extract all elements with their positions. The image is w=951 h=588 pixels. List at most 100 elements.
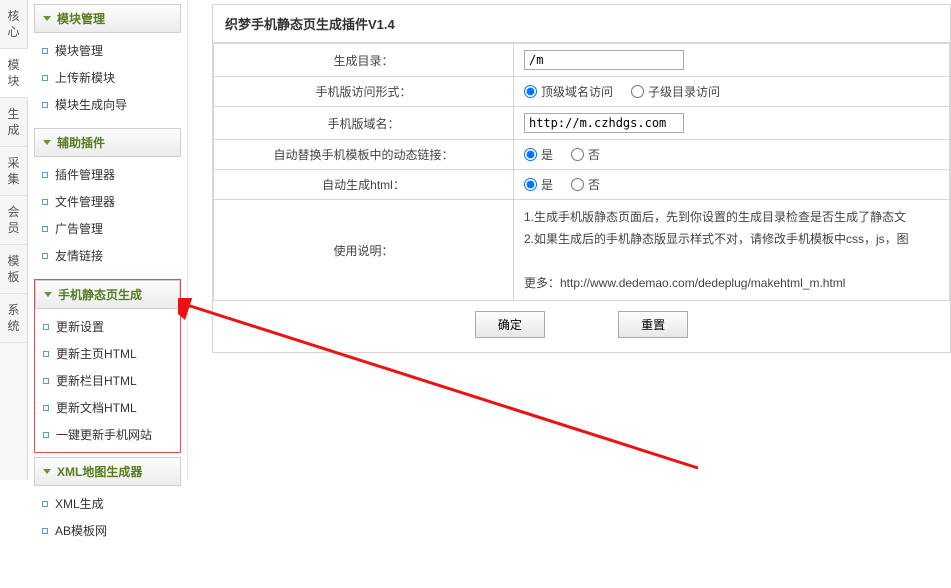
- sidebar-item-label: XML生成: [55, 495, 104, 512]
- radio-sub-dir[interactable]: [631, 85, 644, 98]
- bullet-icon: [42, 253, 48, 259]
- sidebar-header-label: XML地图生成器: [57, 463, 142, 480]
- sidebar-item-label: 上传新模块: [55, 69, 115, 86]
- sidebar-item-module-manage[interactable]: 模块管理: [40, 37, 179, 64]
- visit-type-sub-dir[interactable]: 子级目录访问: [631, 83, 720, 100]
- sidebar-item-module-wizard[interactable]: 模块生成向导: [40, 91, 179, 118]
- tab-modules[interactable]: 模块: [0, 49, 28, 98]
- sidebar-item-label: 模块管理: [55, 42, 103, 59]
- replace-yes[interactable]: 是: [524, 146, 553, 163]
- sidebar-item-label: 友情链接: [55, 247, 103, 264]
- sidebar-header-label: 辅助插件: [57, 134, 105, 151]
- sidebar-item-one-key-update[interactable]: 一键更新手机网站: [41, 421, 178, 448]
- auto-html-yes[interactable]: 是: [524, 176, 553, 193]
- sidebar-item-label: AB模板网: [55, 522, 107, 539]
- sidebar-group-xml-sitemap: XML地图生成器 XML生成 AB模板网: [34, 457, 181, 550]
- sidebar-item-plugin-manager[interactable]: 插件管理器: [40, 161, 179, 188]
- settings-panel: 织梦手机静态页生成插件V1.4 生成目录： 手机版访问形式： 顶级域名访问 子级…: [212, 4, 951, 353]
- ok-button[interactable]: 确定: [475, 311, 545, 338]
- tab-system[interactable]: 系统: [0, 294, 27, 343]
- bullet-icon: [42, 172, 48, 178]
- sidebar-header-label: 手机静态页生成: [58, 286, 142, 303]
- label-auto-html: 自动生成html：: [214, 170, 514, 200]
- radio-auto-no[interactable]: [571, 178, 584, 191]
- sidebar-item-update-home-html[interactable]: 更新主页HTML: [41, 340, 178, 367]
- tab-collect[interactable]: 采集: [0, 147, 27, 196]
- chevron-down-icon: [43, 140, 51, 145]
- radio-auto-yes[interactable]: [524, 178, 537, 191]
- bullet-icon: [42, 75, 48, 81]
- radio-label: 是: [541, 146, 553, 163]
- bullet-icon: [42, 226, 48, 232]
- bullet-icon: [43, 351, 49, 357]
- out-dir-input[interactable]: [524, 50, 684, 70]
- label-visit-type: 手机版访问形式：: [214, 77, 514, 107]
- visit-type-top-domain[interactable]: 顶级域名访问: [524, 83, 613, 100]
- sidebar-item-xml-generate[interactable]: XML生成: [40, 490, 179, 517]
- bullet-icon: [43, 432, 49, 438]
- radio-label: 否: [588, 146, 600, 163]
- tab-member[interactable]: 会员: [0, 196, 27, 245]
- tab-template[interactable]: 模板: [0, 245, 27, 294]
- main-content: 织梦手机静态页生成插件V1.4 生成目录： 手机版访问形式： 顶级域名访问 子级…: [188, 0, 951, 480]
- bullet-icon: [43, 378, 49, 384]
- radio-replace-no[interactable]: [571, 148, 584, 161]
- bullet-icon: [42, 48, 48, 54]
- sidebar-group-modules: 模块管理 模块管理 上传新模块 模块生成向导: [34, 4, 181, 124]
- replace-no[interactable]: 否: [571, 146, 600, 163]
- tab-generate[interactable]: 生成: [0, 98, 27, 147]
- sidebar-header-xml[interactable]: XML地图生成器: [34, 457, 181, 486]
- sidebar-header-modules[interactable]: 模块管理: [34, 4, 181, 33]
- sidebar-item-friend-links[interactable]: 友情链接: [40, 242, 179, 269]
- sidebar-item-file-manager[interactable]: 文件管理器: [40, 188, 179, 215]
- sidebar-item-update-doc-html[interactable]: 更新文档HTML: [41, 394, 178, 421]
- sidebar-item-ab-template[interactable]: AB模板网: [40, 517, 179, 544]
- bullet-icon: [42, 199, 48, 205]
- sidebar-group-plugins: 辅助插件 插件管理器 文件管理器 广告管理 友情链接: [34, 128, 181, 275]
- sidebar-header-mobile-static[interactable]: 手机静态页生成: [35, 280, 180, 309]
- radio-top-domain[interactable]: [524, 85, 537, 98]
- radio-label: 顶级域名访问: [541, 83, 613, 100]
- usage-line-2: 2.如果生成后的手机静态版显示样式不对，请修改手机模板中css，js，图: [524, 228, 939, 250]
- radio-label: 否: [588, 176, 600, 193]
- usage-more: 更多：http://www.dedemao.com/dedeplug/makeh…: [524, 272, 939, 294]
- panel-title: 织梦手机静态页生成插件V1.4: [213, 5, 950, 43]
- sidebar-item-label: 更新文档HTML: [56, 399, 137, 416]
- button-row: 确定 重置: [213, 301, 950, 352]
- sidebar-item-update-settings[interactable]: 更新设置: [41, 313, 178, 340]
- sidebar-item-label: 更新设置: [56, 318, 104, 335]
- reset-button[interactable]: 重置: [618, 311, 688, 338]
- usage-text: 1.生成手机版静态页面后，先到你设置的生成目录检查是否生成了静态文 2.如果生成…: [514, 200, 950, 301]
- usage-line-1: 1.生成手机版静态页面后，先到你设置的生成目录检查是否生成了静态文: [524, 206, 939, 228]
- sidebar-item-upload-module[interactable]: 上传新模块: [40, 64, 179, 91]
- vertical-tabs: 核心 模块 生成 采集 会员 模板 系统: [0, 0, 28, 480]
- sidebar-group-mobile-static: 手机静态页生成 更新设置 更新主页HTML 更新栏目HTML 更新文档HTML …: [34, 279, 181, 453]
- sidebar-item-label: 一键更新手机网站: [56, 426, 152, 443]
- sidebar-item-label: 更新栏目HTML: [56, 372, 137, 389]
- chevron-down-icon: [43, 469, 51, 474]
- label-out-dir: 生成目录：: [214, 44, 514, 77]
- bullet-icon: [42, 501, 48, 507]
- chevron-down-icon: [44, 292, 52, 297]
- domain-input[interactable]: [524, 113, 684, 133]
- sidebar-item-label: 模块生成向导: [55, 96, 127, 113]
- sidebar-header-label: 模块管理: [57, 10, 105, 27]
- auto-html-no[interactable]: 否: [571, 176, 600, 193]
- radio-label: 是: [541, 176, 553, 193]
- label-domain: 手机版域名：: [214, 107, 514, 140]
- bullet-icon: [42, 102, 48, 108]
- sidebar-item-label: 更新主页HTML: [56, 345, 137, 362]
- bullet-icon: [43, 405, 49, 411]
- radio-label: 子级目录访问: [648, 83, 720, 100]
- sidebar: 模块管理 模块管理 上传新模块 模块生成向导 辅助插件 插件管理器 文件管理器 …: [28, 0, 188, 480]
- sidebar-item-label: 插件管理器: [55, 166, 115, 183]
- sidebar-item-update-column-html[interactable]: 更新栏目HTML: [41, 367, 178, 394]
- sidebar-header-plugins[interactable]: 辅助插件: [34, 128, 181, 157]
- label-usage: 使用说明：: [214, 200, 514, 301]
- tab-core[interactable]: 核心: [0, 0, 27, 49]
- radio-replace-yes[interactable]: [524, 148, 537, 161]
- bullet-icon: [43, 324, 49, 330]
- settings-form: 生成目录： 手机版访问形式： 顶级域名访问 子级目录访问 手机版域名：: [213, 43, 950, 301]
- sidebar-item-label: 文件管理器: [55, 193, 115, 210]
- sidebar-item-ad-manage[interactable]: 广告管理: [40, 215, 179, 242]
